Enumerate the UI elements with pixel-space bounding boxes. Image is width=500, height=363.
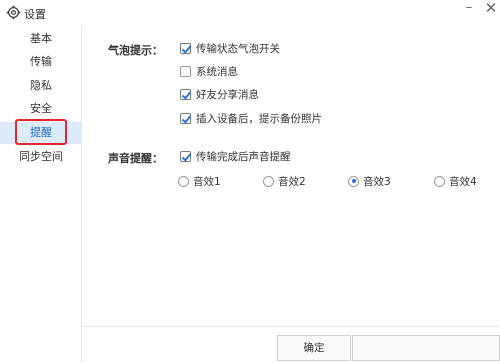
- checkbox-label: 插入设备后，提示备份照片: [196, 112, 322, 125]
- sidebar-item-security[interactable]: 安全: [0, 98, 82, 120]
- checkbox[interactable]: [180, 42, 191, 54]
- bubble-section-label: 气泡提示：: [108, 44, 163, 57]
- sound-effect-2[interactable]: 音效2: [263, 173, 306, 189]
- checkbox[interactable]: [180, 112, 191, 124]
- reminder-panel: 气泡提示： 传输状态气泡开关 系统消息 好友分享消息 插入设备后，提示备份照片 …: [83, 26, 500, 326]
- sound-effect-1[interactable]: 音效1: [178, 173, 221, 189]
- sound-option-transfer-complete[interactable]: 传输完成后声音提醒: [180, 148, 291, 164]
- title-bar: 设置 – ✕: [0, 0, 500, 26]
- radio-label: 音效4: [449, 175, 477, 188]
- checkbox[interactable]: [180, 65, 191, 77]
- sidebar: 基本 传输 隐私 安全 提醒 同步空间: [0, 26, 82, 363]
- radio-button[interactable]: [434, 175, 445, 187]
- radio-label: 音效1: [193, 175, 221, 188]
- radio-label: 音效3: [363, 175, 391, 188]
- sidebar-item-sync-space[interactable]: 同步空间: [0, 146, 82, 168]
- sidebar-item-transfer[interactable]: 传输: [0, 51, 82, 73]
- checkbox[interactable]: [180, 150, 191, 162]
- checkbox-label: 传输完成后声音提醒: [196, 150, 291, 163]
- radio-label: 音效2: [278, 175, 306, 188]
- footer-bar: 确定: [83, 326, 500, 363]
- sound-section-label: 声音提醒：: [108, 152, 163, 165]
- sound-effect-4[interactable]: 音效4: [434, 173, 477, 189]
- bubble-option-system-message[interactable]: 系统消息: [180, 63, 238, 79]
- minimize-button[interactable]: –: [460, 0, 478, 22]
- radio-button[interactable]: [178, 175, 189, 187]
- checkbox-label: 好友分享消息: [196, 88, 259, 101]
- bubble-option-backup-photos[interactable]: 插入设备后，提示备份照片: [180, 110, 322, 126]
- gear-icon: [6, 5, 21, 20]
- sidebar-item-reminder[interactable]: 提醒: [0, 122, 82, 144]
- bubble-option-friend-share[interactable]: 好友分享消息: [180, 86, 259, 102]
- close-button[interactable]: ✕: [482, 0, 500, 22]
- checkbox[interactable]: [180, 88, 191, 100]
- bubble-option-transfer-status[interactable]: 传输状态气泡开关: [180, 40, 280, 56]
- radio-button[interactable]: [348, 175, 359, 187]
- ok-button[interactable]: 确定: [277, 335, 351, 361]
- sidebar-item-basic[interactable]: 基本: [0, 28, 82, 50]
- checkbox-label: 传输状态气泡开关: [196, 42, 280, 55]
- settings-window: 设置 – ✕ 基本 传输 隐私 安全 提醒 同步空间 气泡提示： 传输状态气泡开…: [0, 0, 500, 363]
- sidebar-item-privacy[interactable]: 隐私: [0, 75, 82, 97]
- cancel-button[interactable]: [352, 335, 500, 361]
- checkbox-label: 系统消息: [196, 65, 238, 78]
- sound-effect-3[interactable]: 音效3: [348, 173, 391, 189]
- window-title: 设置: [24, 8, 46, 21]
- radio-button[interactable]: [263, 175, 274, 187]
